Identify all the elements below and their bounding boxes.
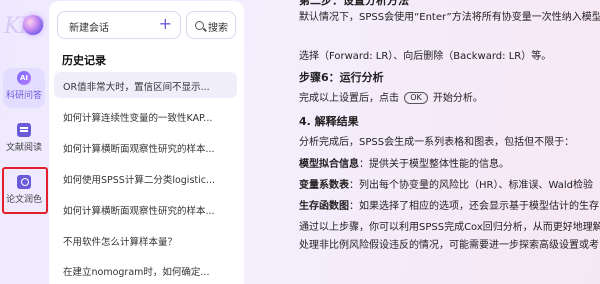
survival-plot-text: ：如果选择了相应的选项，还会显示基于模型估计的生存 bbox=[349, 201, 599, 212]
coef-table-label: 变量系数表 bbox=[299, 180, 349, 191]
history-item[interactable]: 如何使用SPSS计算二分类logistic... bbox=[54, 165, 237, 191]
highlight-annotation-box bbox=[2, 167, 48, 214]
sidebar-item-literature-reading[interactable]: 文献阅读 bbox=[3, 120, 45, 160]
coef-table-line: 变量系数表：列出每个协变量的风险比（HR）、标准误、Wald检验 bbox=[299, 179, 593, 193]
history-item[interactable]: 如何计算横断面观察性研究的样本... bbox=[54, 134, 237, 160]
fit-info-text: ：提供关于模型整体性能的信息。 bbox=[359, 159, 509, 170]
fit-info-line: 模型拟合信息：提供关于模型整体性能的信息。 bbox=[299, 158, 509, 172]
answer-content: 第二步：设置分析方法 默认情况下，SPSS会使用“Enter”方法将所有协变量一… bbox=[287, 0, 600, 284]
history-item[interactable]: 不用软件怎么计算样本量？ bbox=[54, 227, 237, 253]
survival-plot-label: 生存函数图 bbox=[299, 201, 349, 212]
history-item[interactable]: 在建立nomogram时，如何确定... bbox=[54, 257, 237, 283]
cut-heading: 第二步：设置分析方法 bbox=[299, 0, 409, 7]
left-rail: KIO AI 科研问答 文献阅读 论文润色 bbox=[0, 0, 50, 284]
new-chat-label: 新建会话 bbox=[69, 23, 109, 34]
new-chat-button[interactable]: 新建会话 + bbox=[57, 11, 181, 39]
history-title: 历史记录 bbox=[62, 54, 106, 67]
search-button[interactable]: 搜索 bbox=[186, 11, 236, 39]
history-item[interactable]: 如何计算连续性变量的一致性KAP... bbox=[54, 103, 237, 129]
paragraph-line: 默认情况下，SPSS会使用“Enter”方法将所有协变量一次性纳入模型 bbox=[299, 12, 600, 23]
search-icon bbox=[195, 21, 204, 30]
run-text-pre: 完成以上设置后，点击 bbox=[299, 93, 399, 104]
run-text-post: 开始分析。 bbox=[432, 93, 483, 104]
run-instruction: 完成以上设置后，点击 OK 开始分析。 bbox=[299, 92, 483, 106]
ok-button-inline: OK bbox=[404, 92, 428, 104]
history-item[interactable]: OR值非常大时，置信区间不显示... bbox=[54, 72, 237, 98]
section4-heading: 4. 解释结果 bbox=[299, 115, 359, 128]
paragraph-line: 处理非比例风险假设违反的情况，可能需要进一步探索高级设置或考 bbox=[299, 240, 599, 251]
coef-table-text: ：列出每个协变量的风险比（HR）、标准误、Wald检验 bbox=[349, 180, 593, 191]
ai-icon: AI bbox=[17, 71, 31, 85]
sidebar-item-research-qa[interactable]: AI 科研问答 bbox=[3, 68, 45, 108]
app-logo: KIO bbox=[4, 12, 45, 42]
search-label: 搜索 bbox=[208, 23, 228, 34]
plus-icon: + bbox=[158, 14, 172, 33]
logo-orb-icon bbox=[23, 15, 43, 35]
sidebar-item-label: 文献阅读 bbox=[5, 143, 42, 153]
fit-info-label: 模型拟合信息 bbox=[299, 159, 359, 170]
survival-plot-line: 生存函数图：如果选择了相应的选项，还会显示基于模型估计的生存 bbox=[299, 200, 599, 214]
history-panel: 新建会话 + 搜索 历史记录 OR值非常大时，置信区间不显示... 如何计算连续… bbox=[49, 1, 244, 284]
step6-heading: 步骤6：运行分析 bbox=[299, 71, 384, 84]
paragraph-line: 选择（Forward: LR）、向后删除（Backward: LR）等。 bbox=[299, 51, 552, 62]
paragraph-line: 分析完成后，SPSS会生成一系列表格和图表，包括但不限于： bbox=[299, 137, 575, 148]
document-icon bbox=[17, 123, 31, 137]
paragraph-line: 通过以上步骤，你可以利用SPSS完成Cox回归分析，从而更好地理解 bbox=[299, 222, 600, 233]
sidebar-item-label: 科研问答 bbox=[5, 91, 42, 101]
history-item[interactable]: 如何计算横断面观察性研究的样本... bbox=[54, 196, 237, 222]
